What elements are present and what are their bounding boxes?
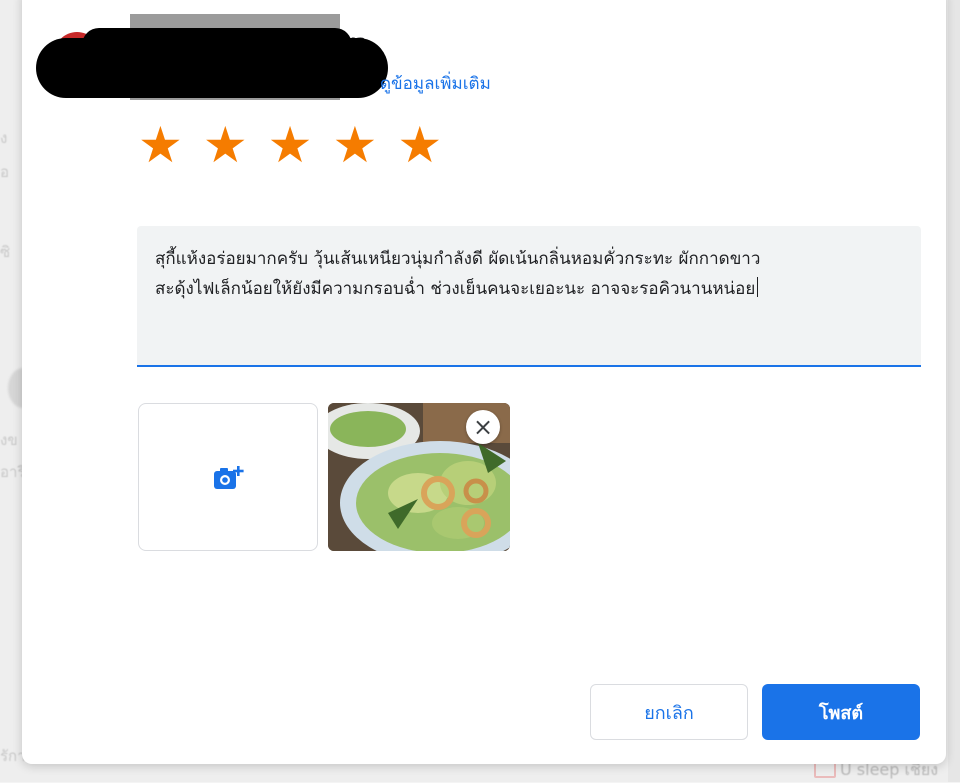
star-5-icon[interactable]: ★ xyxy=(397,120,442,170)
review-textarea[interactable]: สุกี้แห้งอร่อยมากครับ วุ้นเส้นเหนียวนุ่ม… xyxy=(137,226,921,367)
text-caret xyxy=(757,277,759,297)
star-2-icon[interactable]: ★ xyxy=(203,120,248,170)
add-photo-button[interactable] xyxy=(138,403,318,551)
bg-text-3: ซิ xyxy=(0,243,11,261)
remove-photo-button[interactable]: × xyxy=(466,410,500,444)
cancel-button[interactable]: ยกเลิก xyxy=(590,684,748,740)
bg-text-4: งข xyxy=(0,431,18,449)
star-3-icon[interactable]: ★ xyxy=(268,120,313,170)
bg-text-2: อ xyxy=(0,163,10,181)
review-dialog xyxy=(22,0,946,764)
review-line-2: สะดุ้งไฟเล็กน้อยให้ยังมีความกรอบฉ่ำ ช่วง… xyxy=(155,274,903,304)
more-info-link[interactable]: ดูข้อมูลเพิ่มเติม xyxy=(380,70,491,97)
review-line-2-text: สะดุ้งไฟเล็กน้อยให้ยังมีความกรอบฉ่ำ ช่วง… xyxy=(155,279,756,299)
star-4-icon[interactable]: ★ xyxy=(332,120,377,170)
post-button[interactable]: โพสต์ xyxy=(762,684,920,740)
review-line-1: สุกี้แห้งอร่อยมากครับ วุ้นเส้นเหนียวนุ่ม… xyxy=(155,249,761,269)
star-1-icon[interactable]: ★ xyxy=(138,120,183,170)
bg-text-1: ง xyxy=(0,129,8,147)
redaction-scribble-2 xyxy=(82,28,352,62)
star-rating: ★ ★ ★ ★ ★ xyxy=(138,120,442,170)
add-photo-camera-icon xyxy=(214,466,244,489)
close-icon: × xyxy=(472,413,494,441)
bg-scrollbar xyxy=(948,0,960,782)
